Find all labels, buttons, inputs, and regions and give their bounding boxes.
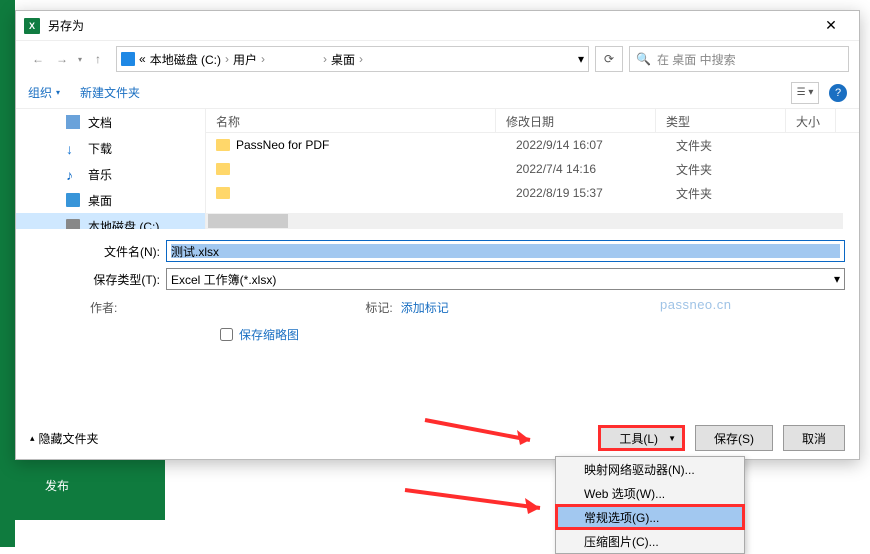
folder-icon <box>216 187 230 199</box>
save-form: 文件名(N): 保存类型(T): Excel 工作簿(*.xlsx)▾ 作者: … <box>16 229 859 343</box>
view-options-button[interactable]: ☰ ▾ <box>791 82 819 104</box>
chevron-right-icon: › <box>323 52 327 66</box>
table-row[interactable]: 2022/8/19 15:37 文件夹 <box>206 181 859 205</box>
chevron-down-icon: ▼ <box>668 434 676 443</box>
nav-buttons: ← → ▾ ↑ <box>26 46 110 72</box>
organize-button[interactable]: 组织▾ <box>28 84 60 101</box>
tools-button[interactable]: 工具(L)▼ <box>598 425 685 451</box>
table-row[interactable]: 2022/7/4 14:16 文件夹 <box>206 157 859 181</box>
chevron-down-icon[interactable]: ▾ <box>74 46 86 72</box>
music-icon <box>66 167 80 181</box>
search-placeholder: 在 桌面 中搜索 <box>657 51 736 68</box>
column-name[interactable]: 名称 <box>206 109 496 132</box>
chevron-up-icon: ▴ <box>30 433 35 444</box>
filename-input[interactable] <box>166 240 845 262</box>
menu-compress[interactable]: 压缩图片(C)... <box>556 529 744 553</box>
close-icon[interactable]: ✕ <box>811 11 851 41</box>
excel-icon: X <box>24 18 40 34</box>
desktop-icon <box>66 193 80 207</box>
pc-icon <box>121 52 135 66</box>
author-value[interactable] <box>125 299 185 316</box>
sidebar-item-music[interactable]: 音乐 <box>16 161 205 187</box>
sidebar: 文档 下载 音乐 桌面 本地磁盘 (C:) <box>16 109 206 229</box>
footer: ▴隐藏文件夹 工具(L)▼ 保存(S) 取消 <box>16 425 859 451</box>
back-icon[interactable]: ← <box>26 46 50 72</box>
chevron-right-icon: › <box>261 52 265 66</box>
hide-folders-button[interactable]: ▴隐藏文件夹 <box>30 430 99 447</box>
crumb-drive[interactable]: 本地磁盘 (C:) <box>150 51 221 68</box>
chevron-right-icon: › <box>225 52 229 66</box>
menu-map-drive[interactable]: 映射网络驱动器(N)... <box>556 457 744 481</box>
forward-icon[interactable]: → <box>50 46 74 72</box>
dialog-title: 另存为 <box>48 17 811 34</box>
watermark: passneo.cn <box>660 297 732 312</box>
sidebar-item-drive-c[interactable]: 本地磁盘 (C:) <box>16 213 205 229</box>
chevron-down-icon: ▾ <box>834 272 840 286</box>
filetype-row: 保存类型(T): Excel 工作簿(*.xlsx)▾ <box>30 265 845 293</box>
disk-icon <box>66 219 80 229</box>
content-area: 文档 下载 音乐 桌面 本地磁盘 (C:) 名称 修改日期 类型 大小 Pass… <box>16 109 859 229</box>
thumbnail-checkbox[interactable] <box>220 328 233 341</box>
filetype-label: 保存类型(T): <box>30 271 160 288</box>
tools-menu: 映射网络驱动器(N)... Web 选项(W)... 常规选项(G)... 压缩… <box>555 456 745 554</box>
filetype-dropdown[interactable]: Excel 工作簿(*.xlsx)▾ <box>166 268 845 290</box>
titlebar: X 另存为 ✕ <box>16 11 859 41</box>
chevron-right-icon: › <box>359 52 363 66</box>
scroll-thumb[interactable] <box>208 214 288 228</box>
refresh-icon[interactable]: ⟳ <box>595 46 623 72</box>
menu-general-options[interactable]: 常规选项(G)... <box>556 505 744 529</box>
search-input[interactable]: 🔍 在 桌面 中搜索 <box>629 46 849 72</box>
author-label: 作者: <box>90 299 117 316</box>
folder-icon <box>216 163 230 175</box>
crumb-users[interactable]: 用户 <box>233 51 257 68</box>
address-bar: ← → ▾ ↑ « 本地磁盘 (C:) › 用户 › › 桌面 › ▾ ⟳ 🔍 … <box>16 41 859 77</box>
app-sidebar-bg <box>0 0 15 547</box>
save-as-dialog: X 另存为 ✕ ← → ▾ ↑ « 本地磁盘 (C:) › 用户 › › 桌面 … <box>15 10 860 460</box>
download-icon <box>66 141 80 155</box>
crumb-sep: « <box>139 52 146 66</box>
document-icon <box>66 115 80 129</box>
nav-publish-label: 发布 <box>45 477 69 494</box>
save-button[interactable]: 保存(S) <box>695 425 773 451</box>
search-icon: 🔍 <box>636 52 651 66</box>
column-date[interactable]: 修改日期 <box>496 109 656 132</box>
add-tag-button[interactable]: 添加标记 <box>401 299 449 316</box>
toolbar: 组织▾ 新建文件夹 ☰ ▾ ? <box>16 77 859 109</box>
new-folder-button[interactable]: 新建文件夹 <box>80 84 140 101</box>
column-type[interactable]: 类型 <box>656 109 786 132</box>
up-icon[interactable]: ↑ <box>86 46 110 72</box>
filename-label: 文件名(N): <box>30 243 160 260</box>
table-row[interactable]: PassNeo for PDF 2022/9/14 16:07 文件夹 <box>206 133 859 157</box>
chevron-down-icon[interactable]: ▾ <box>578 52 584 66</box>
file-list: 名称 修改日期 类型 大小 PassNeo for PDF 2022/9/14 … <box>206 109 859 229</box>
cancel-button[interactable]: 取消 <box>783 425 845 451</box>
column-headers: 名称 修改日期 类型 大小 <box>206 109 859 133</box>
tags-label: 标记: <box>365 299 392 316</box>
sidebar-item-desktop[interactable]: 桌面 <box>16 187 205 213</box>
crumb-desktop[interactable]: 桌面 <box>331 51 355 68</box>
help-icon[interactable]: ? <box>829 84 847 102</box>
thumbnail-row: 保存缩略图 <box>30 316 845 343</box>
folder-icon <box>216 139 230 151</box>
annotation-arrow-2 <box>405 490 555 523</box>
filename-row: 文件名(N): <box>30 237 845 265</box>
horizontal-scrollbar[interactable] <box>206 213 843 229</box>
nav-publish[interactable]: 发布 <box>15 450 165 520</box>
chevron-down-icon: ▾ <box>56 88 60 97</box>
thumbnail-label: 保存缩略图 <box>239 326 299 343</box>
breadcrumb[interactable]: « 本地磁盘 (C:) › 用户 › › 桌面 › ▾ <box>116 46 589 72</box>
sidebar-item-documents[interactable]: 文档 <box>16 109 205 135</box>
column-size[interactable]: 大小 <box>786 109 836 132</box>
sidebar-item-downloads[interactable]: 下载 <box>16 135 205 161</box>
menu-web-options[interactable]: Web 选项(W)... <box>556 481 744 505</box>
